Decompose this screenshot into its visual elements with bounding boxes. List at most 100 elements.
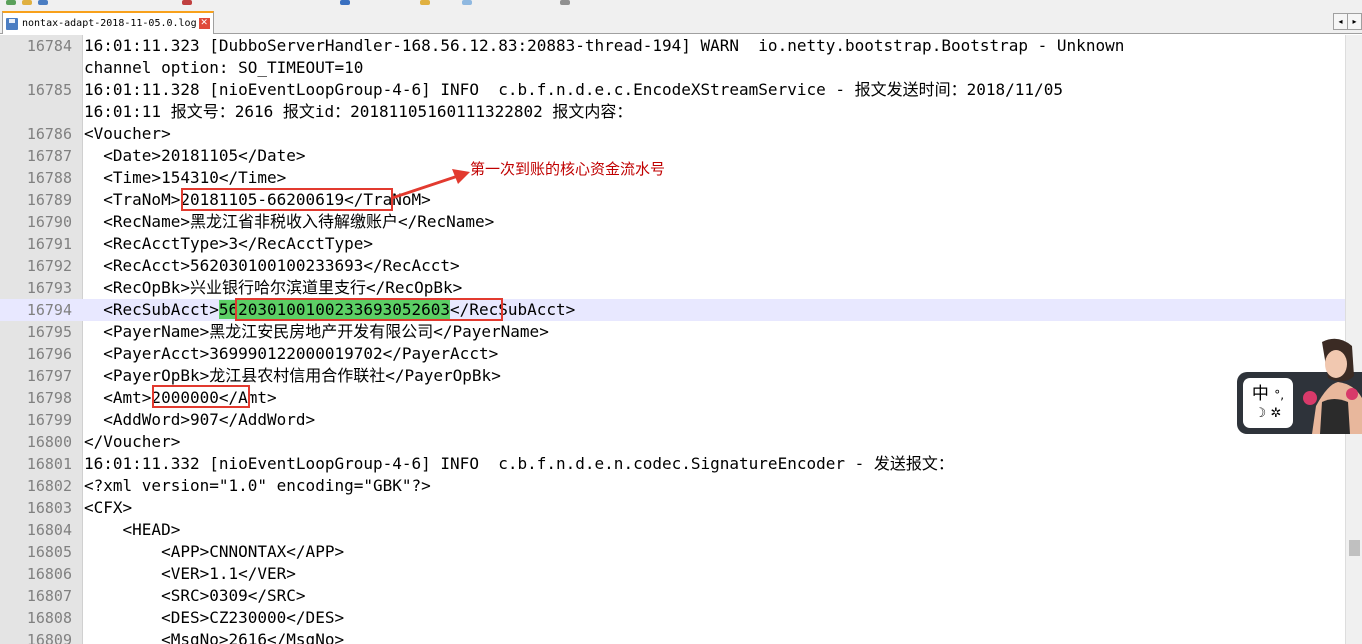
editor-line[interactable]: 16796 <PayerAcct>369990122000019702</Pay… [0,343,1345,365]
text-segment: <VER>1.1</VER> [84,564,296,583]
line-number: 16796 [26,345,72,363]
scrollbar-thumb[interactable] [1349,540,1360,556]
text-segment: <RecName>黑龙江省非税收入待解缴账户</RecName> [84,212,495,231]
open-file-icon[interactable] [22,0,32,5]
tab-label: nontax-adapt-2018-11-05.0.log [22,18,197,29]
zoom-icon[interactable] [462,0,472,5]
line-text: <APP>CNNONTAX</APP> [84,541,344,563]
line-text: <RecAcct>562030100100233693</RecAcct> [84,255,459,277]
editor-line[interactable]: 16806 <VER>1.1</VER> [0,563,1345,585]
line-number: 16803 [26,499,72,517]
editor-line[interactable]: 16785 16:01:11.328 [nioEventLoopGroup-4-6… [0,79,1345,101]
line-number: 16802 [26,477,72,495]
editor-line[interactable]: 16795 <PayerName>黑龙江安民房地产开发有限公司</PayerNa… [0,321,1345,343]
close-tab-icon[interactable]: ✕ [198,18,210,29]
line-text: <PayerAcct>369990122000019702</PayerAcct… [84,343,498,365]
editor-line[interactable]: 16804 <HEAD> [0,519,1345,541]
editor-line[interactable]: 16805 <APP>CNNONTAX</APP> [0,541,1345,563]
line-number: 16801 [26,455,72,473]
line-number: 16790 [26,213,72,231]
line-text: <PayerOpBk>龙江县农村信用合作联社</PayerOpBk> [84,365,501,387]
line-number: 16792 [26,257,72,275]
editor-line[interactable]: 16799 <AddWord>907</AddWord> [0,409,1345,431]
line-number: 16808 [26,609,72,627]
line-number: 16809 [26,631,72,644]
text-segment: <PayerOpBk>龙江县农村信用合作联社</PayerOpBk> [84,366,501,385]
tab-log-file[interactable]: nontax-adapt-2018-11-05.0.log ✕ [2,11,214,34]
annotation-note: 第一次到账的核心资金流水号 [470,160,666,178]
cut-icon[interactable] [182,0,192,5]
text-segment: 16:01:11 报文号：2616 报文id：20181105160111322… [84,102,633,121]
editor-line[interactable]: 16790 <RecName>黑龙江省非税收入待解缴账户</RecName> [0,211,1345,233]
line-text: <Time>154310</Time> [84,167,286,189]
line-number: 16791 [26,235,72,253]
line-text: 16:01:11 报文号：2616 报文id：20181105160111322… [84,101,632,123]
text-segment: <HEAD> [84,520,181,539]
line-text: <RecName>黑龙江省非税收入待解缴账户</RecName> [84,211,494,233]
line-number: 16786 [26,125,72,143]
text-segment: <PayerAcct>369990122000019702</PayerAcct… [84,344,499,363]
line-text: <RecOpBk>兴业银行哈尔滨道里支行</RecOpBk> [84,277,462,299]
editor-line[interactable]: 16788 <Time>154310</Time> [0,167,1345,189]
line-number: 16797 [26,367,72,385]
text-segment: <AddWord>907</AddWord> [84,410,316,429]
text-segment: <DES>CZ230000</DES> [84,608,345,627]
line-text: <RecAcctType>3</RecAcctType> [84,233,373,255]
editor-line[interactable]: 16803 <CFX> [0,497,1345,519]
editor-line[interactable]: 16786 <Voucher> [0,123,1345,145]
line-text: 16:01:11.328 [nioEventLoopGroup-4-6] INF… [84,79,1063,101]
saved-file-icon [6,17,18,30]
line-number: 16788 [26,169,72,187]
line-number: 16793 [26,279,72,297]
line-number: 16804 [26,521,72,539]
line-number: 16794 [26,301,72,319]
editor-line[interactable]: 16809 <MsgNo>2616</MsgNo> [0,629,1345,644]
text-segment: <Voucher> [84,124,171,143]
editor-line[interactable]: 16792 <RecAcct>562030100100233693</RecAc… [0,255,1345,277]
editor-line[interactable]: 16794 <RecSubAcct>5620301001002336930526… [0,299,1345,321]
editor-line[interactable]: 16791 <RecAcctType>3</RecAcctType> [0,233,1345,255]
editor-line[interactable]: 16808 <DES>CZ230000</DES> [0,607,1345,629]
text-segment: <APP>CNNONTAX</APP> [84,542,345,561]
editor-line[interactable]: 16784 16:01:11.323 [DubboServerHandler-16… [0,35,1345,57]
annotation-box-recsubacct [235,298,503,321]
line-text: <Voucher> [84,123,171,145]
new-file-icon[interactable] [6,0,16,5]
annotation-box-amt [152,385,250,408]
tab-scroll-right-button[interactable]: ▸ [1347,13,1362,30]
text-segment: <RecSubAcct> [84,300,219,319]
save-file-icon[interactable] [38,0,48,5]
text-segment: <PayerName>黑龙江安民房地产开发有限公司</PayerName> [84,322,549,341]
line-number: 16799 [26,411,72,429]
find-icon[interactable] [420,0,430,5]
text-segment: <Time>154310</Time> [84,168,287,187]
annotation-box-tranom [181,188,393,211]
ime-mode-card[interactable]: 中 °, ☽ ✲ [1243,378,1293,428]
line-text: <MsgNo>2616</MsgNo> [84,629,344,644]
editor-line[interactable]: 16802 <?xml version="1.0" encoding="GBK"?… [0,475,1345,497]
editor-line[interactable]: 16797 <PayerOpBk>龙江县农村信用合作联社</PayerOpBk> [0,365,1345,387]
line-text: <SRC>0309</SRC> [84,585,306,607]
editor-area[interactable]: 16784 16:01:11.323 [DubboServerHandler-16… [0,35,1345,644]
macro-icon[interactable] [560,0,570,5]
line-text: <CFX> [84,497,132,519]
editor-line[interactable]: channel option: SO_TIMEOUT=10 [0,57,1345,79]
line-text: <VER>1.1</VER> [84,563,296,585]
editor-line[interactable]: 16793 <RecOpBk>兴业银行哈尔滨道里支行</RecOpBk> [0,277,1345,299]
line-text: channel option: SO_TIMEOUT=10 [84,57,363,79]
line-number: 16800 [26,433,72,451]
line-number: 16785 [26,81,72,99]
editor-line[interactable]: 16787 <Date>20181105</Date> [0,145,1345,167]
line-text: <Date>20181105</Date> [84,145,306,167]
line-number: 16805 [26,543,72,561]
line-number: 16784 [26,37,72,55]
text-segment: <Date>20181105</Date> [84,146,306,165]
line-number: 16789 [26,191,72,209]
editor-line[interactable]: 16807 <SRC>0309</SRC> [0,585,1345,607]
tab-scroll-left-button[interactable]: ◂ [1333,13,1348,30]
editor-line[interactable]: 16801 16:01:11.332 [nioEventLoopGroup-4-6… [0,453,1345,475]
editor-line[interactable]: 16:01:11 报文号：2616 报文id：20181105160111322… [0,101,1345,123]
editor-line[interactable]: 16800 </Voucher> [0,431,1345,453]
undo-icon[interactable] [340,0,350,5]
line-text: <HEAD> [84,519,181,541]
